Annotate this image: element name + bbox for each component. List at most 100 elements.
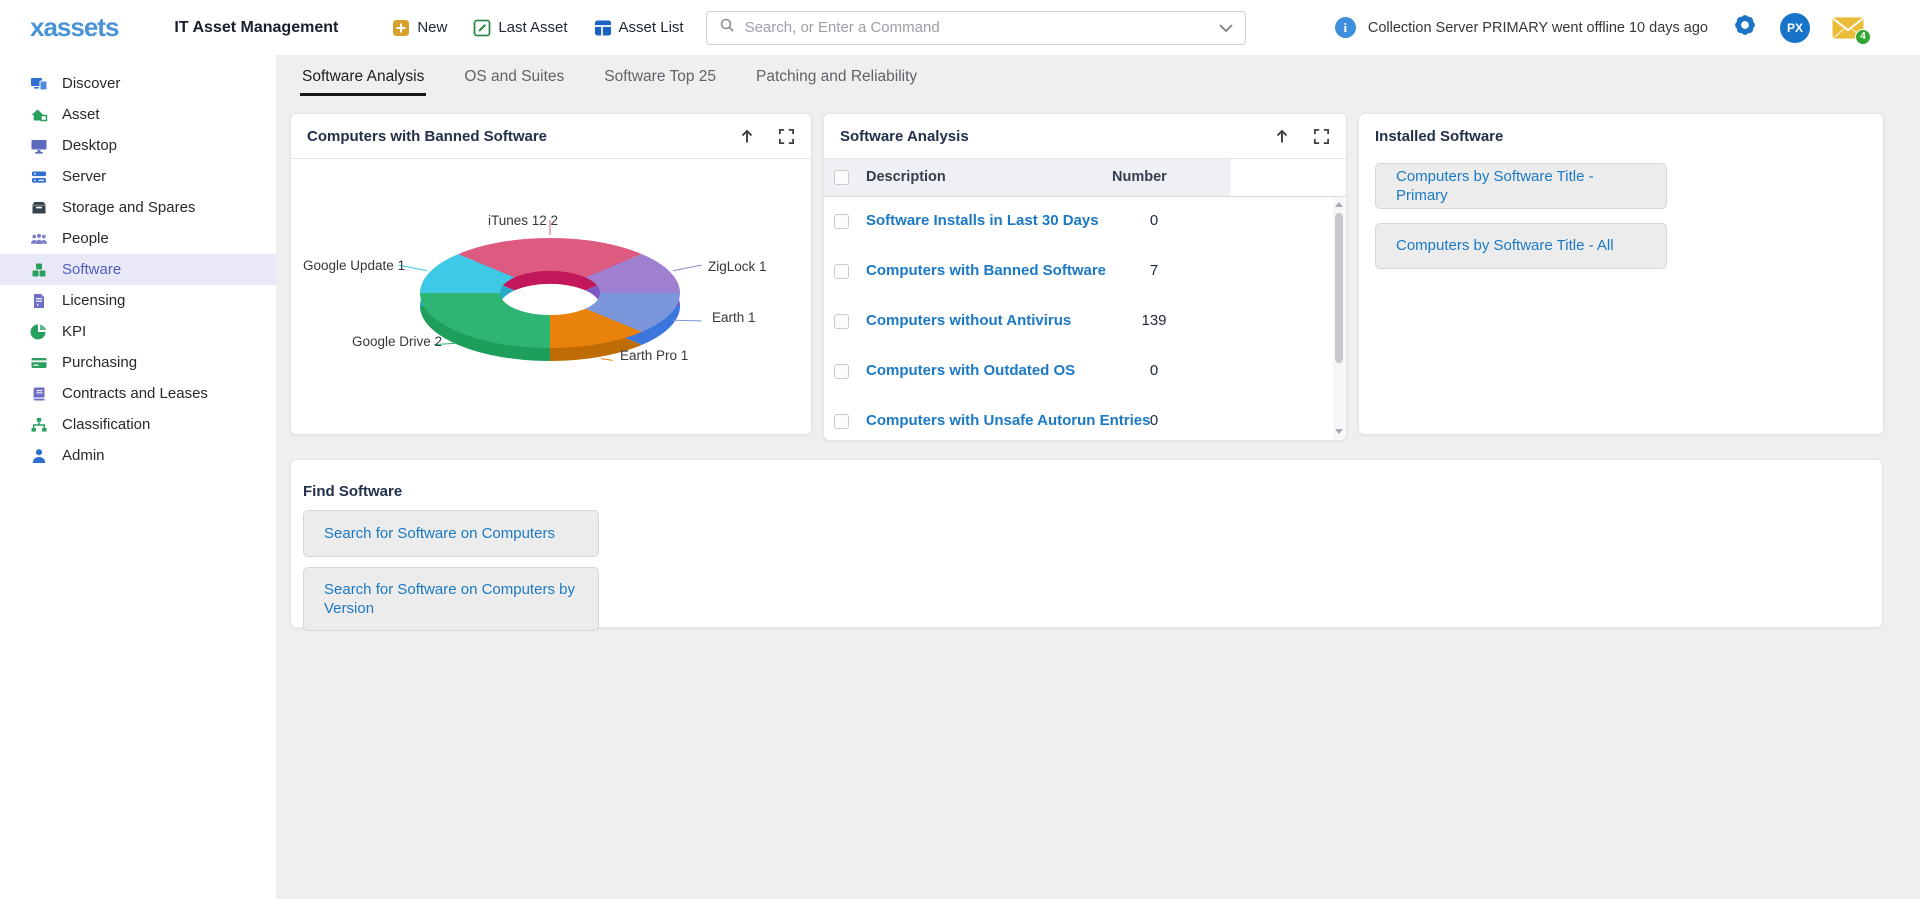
scrollbar-thumb[interactable] [1335,213,1343,363]
search-icon [719,17,735,38]
new-button[interactable]: New [392,19,447,37]
analysis-count: 7 [1112,262,1196,279]
settings-gear-icon[interactable] [1732,12,1758,43]
chart-label: Google Update 1 [303,258,405,273]
table-row: Computers without Antivirus 139 [824,297,1346,347]
page-title: IT Asset Management [174,19,338,37]
credit-card-icon [30,354,48,372]
main-content: Software Analysis OS and Suites Software… [276,55,1920,899]
sidebar-item-classification[interactable]: Classification [0,409,276,440]
computers-by-title-primary-button[interactable]: Computers by Software Title - Primary [1375,163,1667,209]
select-all-checkbox[interactable] [834,170,849,185]
tab-bar: Software Analysis OS and Suites Software… [300,66,1920,98]
software-analysis-card: Software Analysis Description Number Sof… [823,113,1347,441]
user-avatar[interactable]: PX [1780,13,1810,43]
command-search [706,11,1246,45]
fullscreen-icon[interactable] [1313,128,1330,145]
card-title: Computers with Banned Software [307,128,547,145]
tab-patching-reliability[interactable]: Patching and Reliability [754,66,919,93]
card-title: Software Analysis [840,128,969,145]
column-header-description: Description [866,169,946,185]
sidebar-item-desktop[interactable]: Desktop [0,130,276,161]
license-document-icon [30,292,48,310]
search-input[interactable] [743,18,1219,37]
table-row: Computers with Banned Software 7 [824,247,1346,297]
row-checkbox[interactable] [834,314,849,329]
chevron-down-icon[interactable] [1219,19,1233,37]
row-checkbox[interactable] [834,364,849,379]
last-asset-button[interactable]: Last Asset [473,19,567,37]
analysis-count: 0 [1112,212,1196,229]
sidebar-item-contracts[interactable]: Contracts and Leases [0,378,276,409]
card-title: Find Software [303,483,402,500]
software-cubes-icon [30,261,48,279]
card-title: Installed Software [1375,128,1503,145]
info-icon[interactable]: i [1335,17,1356,38]
server-status-message: Collection Server PRIMARY went offline 1… [1368,20,1708,36]
contracts-book-icon [30,385,48,403]
banned-software-donut-chart[interactable]: iTunes 12 2 ZigLock 1 Earth 1 Earth Pro … [291,159,811,435]
sidebar-item-purchasing[interactable]: Purchasing [0,347,276,378]
org-chart-icon [30,416,48,434]
export-up-arrow-icon[interactable] [1273,127,1291,145]
chart-label: Earth 1 [712,310,756,325]
asset-list-button[interactable]: Asset List [594,19,684,37]
sidebar-item-kpi[interactable]: KPI [0,316,276,347]
storage-box-icon [30,199,48,217]
row-checkbox[interactable] [834,414,849,429]
sidebar-item-licensing[interactable]: Licensing [0,285,276,316]
last-asset-label: Last Asset [498,19,567,36]
sidebar-item-software[interactable]: Software [0,254,276,285]
new-label: New [417,19,447,36]
messages-envelope-icon[interactable]: 4 [1832,16,1864,40]
table-grid-icon [594,19,612,37]
scrollbar-up-arrow[interactable] [1335,202,1343,207]
topbar-actions: New Last Asset Asset List [392,19,683,37]
admin-person-icon [30,447,48,465]
table-row: Software Installs in Last 30 Days 0 [824,197,1346,247]
sidebar-item-admin[interactable]: Admin [0,440,276,471]
analysis-link[interactable]: Computers with Banned Software [866,262,1106,279]
messages-count-badge: 4 [1855,29,1871,45]
chart-label: ZigLock 1 [708,259,767,274]
analysis-link[interactable]: Computers without Antivirus [866,312,1071,329]
chart-label: iTunes 12 2 [488,213,558,228]
desktop-monitor-icon [30,137,48,155]
chart-label: Earth Pro 1 [620,348,688,363]
analysis-count: 0 [1112,412,1196,429]
analysis-link[interactable]: Computers with Unsafe Autorun Entries [866,412,1150,429]
scrollbar-down-arrow[interactable] [1335,429,1343,434]
tab-software-top-25[interactable]: Software Top 25 [602,66,718,93]
vertical-scrollbar[interactable] [1333,197,1345,439]
topbar-right: i Collection Server PRIMARY went offline… [1335,12,1864,43]
sidebar-item-people[interactable]: People [0,223,276,254]
table-body: Software Installs in Last 30 Days 0 Comp… [824,197,1346,440]
table-row: Computers with Outdated OS 0 [824,347,1346,397]
sidebar-item-storage[interactable]: Storage and Spares [0,192,276,223]
tab-os-and-suites[interactable]: OS and Suites [462,66,566,93]
fullscreen-icon[interactable] [778,128,795,145]
sidebar-item-asset[interactable]: Asset [0,99,276,130]
analysis-link[interactable]: Software Installs in Last 30 Days [866,212,1099,229]
chart-label: Google Drive 2 [352,334,442,349]
computers-by-title-all-button[interactable]: Computers by Software Title - All [1375,223,1667,269]
banned-software-card: Computers with Banned Software iTunes 12… [290,113,812,435]
find-software-card: Find Software Search for Software on Com… [290,459,1883,628]
row-checkbox[interactable] [834,214,849,229]
kpi-pie-icon [30,323,48,341]
search-software-by-version-button[interactable]: Search for Software on Computers by Vers… [303,567,599,631]
asset-list-label: Asset List [619,19,684,36]
analysis-count: 0 [1112,362,1196,379]
export-up-arrow-icon[interactable] [738,127,756,145]
tab-software-analysis[interactable]: Software Analysis [300,66,426,96]
sidebar-item-discover[interactable]: Discover [0,68,276,99]
asset-house-icon [30,106,48,124]
table-row: Computers with Unsafe Autorun Entries 0 [824,397,1346,440]
server-stack-icon [30,168,48,186]
people-group-icon [30,230,48,248]
app-shell: Discover Asset Desktop Server Storage an… [0,55,1920,899]
row-checkbox[interactable] [834,264,849,279]
search-software-on-computers-button[interactable]: Search for Software on Computers [303,510,599,557]
sidebar-item-server[interactable]: Server [0,161,276,192]
analysis-link[interactable]: Computers with Outdated OS [866,362,1075,379]
